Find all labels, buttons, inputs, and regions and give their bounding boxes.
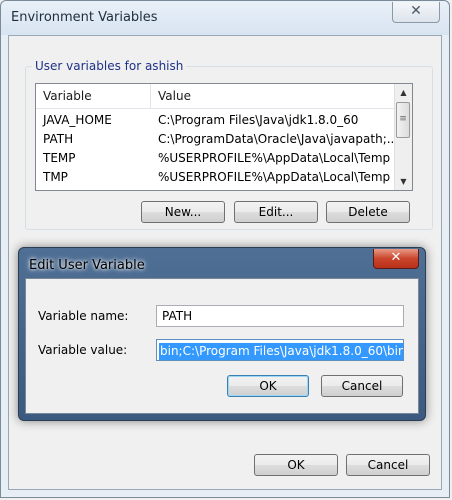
- new-button[interactable]: New...: [141, 201, 225, 223]
- close-icon: ✕: [390, 250, 402, 265]
- scroll-up-icon[interactable]: ▲: [395, 84, 412, 101]
- list-header: Variable Value: [36, 84, 394, 109]
- close-icon: ✕: [410, 3, 422, 19]
- edit-user-variable-dialog: Edit User Variable ✕ Variable name: PATH…: [18, 247, 426, 421]
- dialog-title: Edit User Variable: [29, 258, 145, 273]
- column-header-value[interactable]: Value: [151, 84, 394, 108]
- dialog-ok-button[interactable]: OK: [227, 375, 309, 397]
- user-variables-label: User variables for ashish: [32, 59, 187, 73]
- variable-name-cell: JAVA_HOME: [43, 113, 112, 127]
- edit-button[interactable]: Edit...: [234, 201, 318, 223]
- variable-name-label: Variable name:: [38, 309, 129, 323]
- title-bar[interactable]: Environment Variables ✕: [1, 1, 449, 35]
- window-title: Environment Variables: [11, 10, 158, 25]
- variable-name-field[interactable]: PATH: [156, 305, 404, 327]
- variable-value-cell: C:\ProgramData\Oracle\Java\javapath;...: [158, 132, 394, 146]
- variable-value-field[interactable]: bin;C:\Program Files\Java\jdk1.8.0_60\bi…: [156, 339, 404, 361]
- variable-name-cell: PATH: [43, 132, 74, 146]
- user-variables-list[interactable]: Variable Value JAVA_HOME C:\Program File…: [35, 83, 413, 191]
- column-header-variable[interactable]: Variable: [36, 84, 151, 108]
- list-row-tmp[interactable]: TMP %USERPROFILE%\AppData\Local\Temp: [36, 168, 394, 187]
- cancel-button[interactable]: Cancel: [346, 454, 430, 476]
- variable-value-cell: %USERPROFILE%\AppData\Local\Temp: [158, 151, 391, 165]
- ok-button[interactable]: OK: [254, 454, 338, 476]
- variable-value-cell: C:\Program Files\Java\jdk1.8.0_60: [158, 113, 359, 127]
- user-variables-group: User variables for ashish Variable Value…: [25, 59, 433, 230]
- list-row-java-home[interactable]: JAVA_HOME C:\Program Files\Java\jdk1.8.0…: [36, 111, 394, 130]
- delete-button[interactable]: Delete: [326, 201, 410, 223]
- scroll-thumb[interactable]: ≡: [396, 102, 410, 138]
- dialog-cancel-button[interactable]: Cancel: [321, 375, 403, 397]
- list-row-path[interactable]: PATH C:\ProgramData\Oracle\Java\javapath…: [36, 130, 394, 149]
- dialog-client-area: Variable name: PATH Variable value: bin;…: [25, 278, 419, 414]
- dialog-close-button[interactable]: ✕: [373, 249, 419, 269]
- dialog-title-bar[interactable]: Edit User Variable ✕: [19, 248, 425, 280]
- selected-value-text: bin;C:\Program Files\Java\jdk1.8.0_60\bi…: [159, 343, 403, 360]
- variable-value-cell: %USERPROFILE%\AppData\Local\Temp: [158, 170, 391, 184]
- variable-name-cell: TEMP: [43, 151, 76, 165]
- scroll-down-icon[interactable]: ▼: [395, 173, 412, 190]
- variable-value-label: Variable value:: [38, 343, 128, 357]
- vertical-scrollbar[interactable]: ▲ ≡ ▼: [394, 84, 412, 190]
- list-row-temp[interactable]: TEMP %USERPROFILE%\AppData\Local\Temp: [36, 149, 394, 168]
- close-button[interactable]: ✕: [392, 2, 440, 23]
- variable-name-cell: TMP: [43, 170, 68, 184]
